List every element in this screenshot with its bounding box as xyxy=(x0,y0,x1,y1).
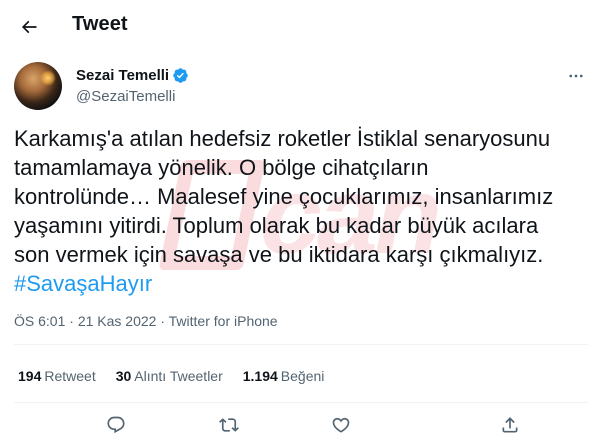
more-horizontal-icon xyxy=(569,74,583,78)
share-button[interactable] xyxy=(497,412,523,438)
retweet-button[interactable] xyxy=(216,412,242,438)
divider xyxy=(14,344,588,345)
author-name[interactable]: Sezai Temelli xyxy=(76,67,169,84)
tweet-source-link[interactable]: Twitter for iPhone xyxy=(169,313,278,329)
tweet-line: yaşamını yitirdi. Toplum olarak bu kadar… xyxy=(14,213,539,238)
like-icon xyxy=(332,417,350,433)
tweet-line: kontrolünde… Maalesef yine çocuklarımız,… xyxy=(14,184,554,209)
author-handle[interactable]: @SezaiTemelli xyxy=(76,88,175,105)
tweet-line: son vermek için savaşa ve bu iktidara ka… xyxy=(14,242,544,267)
share-icon xyxy=(502,417,518,433)
hashtag-link[interactable]: #SavaşaHayır xyxy=(14,269,590,298)
likes-label: Beğeni xyxy=(280,368,325,384)
likes-count: 1.194 xyxy=(242,368,278,384)
divider xyxy=(14,402,588,403)
tweet-stats: 194 Retweet 30 Alıntı Tweetler 1.194 Beğeni xyxy=(18,368,324,384)
likes-stat[interactable]: 1.194 Beğeni xyxy=(243,368,325,384)
arrow-left-icon xyxy=(21,20,37,34)
retweets-stat[interactable]: 194 Retweet xyxy=(18,368,96,384)
more-options-button[interactable] xyxy=(564,64,588,88)
tweet-header: Tweet xyxy=(0,0,602,53)
tweet-date-link[interactable]: 21 Kas 2022 xyxy=(78,313,157,329)
avatar[interactable] xyxy=(14,62,62,110)
back-button[interactable] xyxy=(14,12,44,42)
tweet-author: Sezai Temelli @SezaiTemelli xyxy=(14,62,588,112)
like-button[interactable] xyxy=(328,412,354,438)
tweet-text: Karkamış'a atılan hedefsiz roketler İsti… xyxy=(14,124,590,298)
retweets-label: Retweet xyxy=(44,368,96,384)
tweet-line: Karkamış'a atılan hedefsiz roketler İsti… xyxy=(14,126,551,151)
tweet-time-link[interactable]: ÖS 6:01 xyxy=(14,313,65,329)
meta-separator: · xyxy=(69,313,74,329)
quotes-count: 30 xyxy=(115,368,132,384)
tweet-line: tamamlamaya yönelik. O bölge cihatçıları… xyxy=(14,155,429,180)
verified-badge-icon xyxy=(173,68,188,83)
meta-separator: · xyxy=(160,313,166,329)
tweet-actions xyxy=(0,410,602,440)
quotes-stat[interactable]: 30 Alıntı Tweetler xyxy=(116,368,223,384)
tweet-meta: ÖS 6:01 · 21 Kas 2022 · Twitter for iPho… xyxy=(14,313,278,329)
quotes-label: Alıntı Tweetler xyxy=(134,368,223,384)
reply-button[interactable] xyxy=(103,412,129,438)
retweets-count: 194 xyxy=(18,368,42,384)
page-title: Tweet xyxy=(72,13,128,35)
reply-icon xyxy=(107,416,125,434)
retweet-icon xyxy=(219,418,239,432)
